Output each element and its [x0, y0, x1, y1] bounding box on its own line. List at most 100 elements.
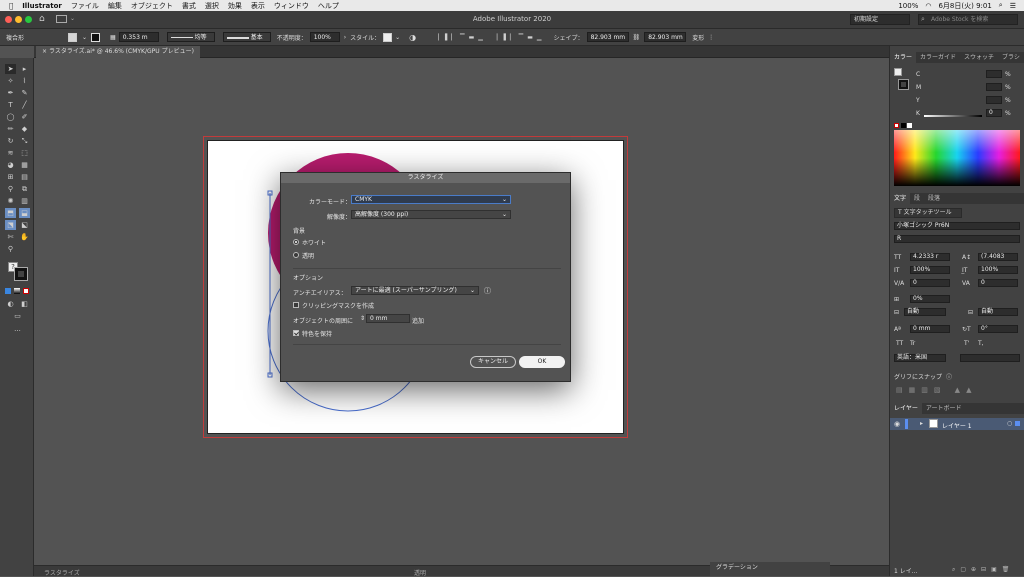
- tab-color[interactable]: カラー: [890, 52, 917, 63]
- selection-indicator[interactable]: [1015, 421, 1020, 426]
- font-family-field[interactable]: 小塚ゴシック Pr6N: [894, 222, 1020, 230]
- zoom-tool-icon[interactable]: ⚲: [5, 244, 16, 254]
- clipping-mask-label[interactable]: クリッピングマスクを作成: [302, 301, 374, 310]
- stroke-weight-field[interactable]: 0.353 m: [118, 32, 159, 42]
- stepper-icon[interactable]: ⇕: [360, 315, 365, 322]
- brush-definition[interactable]: 基本: [222, 32, 271, 42]
- bg-white-radio[interactable]: [293, 239, 299, 245]
- add-around-field[interactable]: 0 mm: [366, 314, 410, 323]
- glyph-snap-buttons[interactable]: ▤▦▥▧ ▲▲: [896, 386, 977, 394]
- layers-footer-buttons[interactable]: ⌕▢⊕⊟▣🗑: [952, 566, 1014, 574]
- type-tool-icon[interactable]: T: [5, 100, 16, 110]
- color-mode-select[interactable]: CMYK ⌄: [351, 195, 511, 204]
- graph-tool-icon[interactable]: ▥: [19, 196, 30, 206]
- align-buttons[interactable]: ▕▐▏▔▬▁ ▕▐▏▔▬▁: [434, 34, 545, 41]
- menu-app-name[interactable]: Illustrator: [22, 2, 62, 10]
- mesh-tool-icon[interactable]: ⊞: [5, 172, 16, 182]
- bg-transparent-label[interactable]: 透明: [302, 251, 314, 260]
- expand-triangle-icon[interactable]: ▸: [920, 420, 923, 427]
- rotation-field[interactable]: 0°: [978, 325, 1018, 333]
- fill-swatch[interactable]: [68, 32, 77, 42]
- cancel-button[interactable]: キャンセル: [470, 356, 516, 368]
- menu-view[interactable]: 表示: [251, 1, 265, 11]
- shape-height-field[interactable]: 82.903 mm: [644, 32, 687, 42]
- knife-icon[interactable]: ✄: [5, 232, 16, 242]
- layer-row[interactable]: ◉ ▸ レイヤー 1 ○: [890, 418, 1024, 430]
- more-tools-icon[interactable]: ···: [12, 326, 23, 336]
- hand-tool-active-icon[interactable]: ⬔: [5, 220, 16, 230]
- scale-tool-icon[interactable]: ⤡: [19, 136, 30, 146]
- none-mode-button[interactable]: [23, 288, 29, 294]
- layer-name[interactable]: レイヤー 1: [942, 421, 972, 430]
- panel-fill-box[interactable]: [894, 68, 902, 76]
- horizontal-scale-field[interactable]: 100%: [978, 266, 1018, 274]
- info-icon[interactable]: ⓘ: [946, 372, 952, 381]
- eyedropper-icon[interactable]: ⚲: [5, 184, 16, 194]
- tab-swatches[interactable]: スウォッチ: [960, 52, 998, 63]
- draw-inside-icon[interactable]: ◧: [19, 299, 30, 309]
- target-icon[interactable]: ○: [1007, 420, 1012, 427]
- menu-file[interactable]: ファイル: [71, 1, 99, 11]
- menu-edit[interactable]: 編集: [108, 1, 122, 11]
- shape-builder-icon[interactable]: ◕: [5, 160, 16, 170]
- stock-search-input[interactable]: Adobe Stock を検索: [918, 14, 1018, 25]
- workspace-switcher[interactable]: 初期設定: [850, 14, 910, 25]
- chevron-down-icon[interactable]: ⌄: [395, 34, 400, 41]
- more-options-icon[interactable]: ⋮: [708, 34, 714, 41]
- shaper-tool-icon[interactable]: ✏: [5, 124, 16, 134]
- k-slider-track[interactable]: [924, 115, 982, 117]
- none-swatch[interactable]: [894, 123, 899, 128]
- channel-c-value[interactable]: [986, 70, 1002, 78]
- opacity-field[interactable]: 100%: [309, 32, 340, 42]
- stroke-swatch[interactable]: [91, 32, 101, 42]
- menu-select[interactable]: 選択: [205, 1, 219, 11]
- menu-object[interactable]: オブジェクト: [131, 1, 173, 11]
- shape-width-field[interactable]: 82.903 mm: [586, 32, 629, 42]
- color-spectrum[interactable]: [894, 130, 1020, 186]
- resolution-select[interactable]: 高解像度 (300 ppi) ⌄: [351, 210, 511, 219]
- stroke-color-box[interactable]: [14, 267, 28, 281]
- close-tab-icon[interactable]: ×: [42, 48, 47, 55]
- font-size-field[interactable]: 4.2333 r: [910, 253, 950, 261]
- bg-transparent-radio[interactable]: [293, 252, 299, 258]
- chevron-right-icon[interactable]: ›: [344, 34, 346, 41]
- small-caps-button[interactable]: Tr: [910, 340, 915, 347]
- superscript-button[interactable]: T': [964, 340, 969, 347]
- tracking-field[interactable]: 0: [978, 279, 1018, 287]
- draw-mode-icon[interactable]: ◐: [5, 299, 16, 309]
- subscript-button[interactable]: T,: [978, 340, 984, 347]
- paintbrush-icon[interactable]: ✐: [19, 112, 30, 122]
- rotate-tool-icon[interactable]: ↻: [5, 136, 16, 146]
- channel-y-value[interactable]: [986, 96, 1002, 104]
- chevron-down-icon[interactable]: ⌄: [82, 34, 87, 41]
- direct-selection-tool-icon[interactable]: ▸: [19, 64, 30, 74]
- preserve-spot-label[interactable]: 特色を保持: [302, 329, 332, 338]
- tsume-field[interactable]: 0%: [910, 295, 950, 303]
- tab-columns[interactable]: 段: [910, 193, 924, 204]
- wifi-icon[interactable]: ◠: [925, 2, 931, 10]
- apple-icon[interactable]: : [9, 2, 13, 10]
- control-center-icon[interactable]: ☰: [1010, 2, 1016, 10]
- line-tool-icon[interactable]: ╱: [19, 100, 30, 110]
- recolor-artwork-icon[interactable]: ◑: [409, 33, 416, 42]
- clock[interactable]: 6月8日(火) 9:01: [938, 1, 991, 11]
- language-select[interactable]: 英語：米国: [894, 354, 946, 362]
- magic-wand-icon[interactable]: ✧: [5, 76, 16, 86]
- symbol-sprayer-icon[interactable]: ✺: [5, 196, 16, 206]
- gradient-mode-button[interactable]: [14, 288, 20, 294]
- gradient-panel-tab[interactable]: グラデーション: [710, 562, 830, 576]
- anti-alias-select[interactable]: [960, 354, 1020, 362]
- clipping-mask-checkbox[interactable]: [293, 302, 299, 308]
- lasso-icon[interactable]: ⌇: [19, 76, 30, 86]
- tab-color-guide[interactable]: カラーガイド: [916, 52, 960, 63]
- menu-type[interactable]: 書式: [182, 1, 196, 11]
- info-icon[interactable]: ⓘ: [484, 286, 491, 296]
- spotlight-icon[interactable]: ⌕: [999, 1, 1003, 10]
- tab-layers[interactable]: レイヤー: [890, 403, 922, 414]
- variable-width-profile[interactable]: 均等: [166, 32, 215, 42]
- hand-tool-icon[interactable]: ✋: [19, 232, 30, 242]
- bg-white-label[interactable]: ホワイト: [302, 238, 326, 247]
- baseline-shift-field[interactable]: 0 mm: [910, 325, 950, 333]
- all-caps-button[interactable]: TT: [896, 340, 903, 347]
- aki-before-field[interactable]: 自動: [904, 308, 946, 316]
